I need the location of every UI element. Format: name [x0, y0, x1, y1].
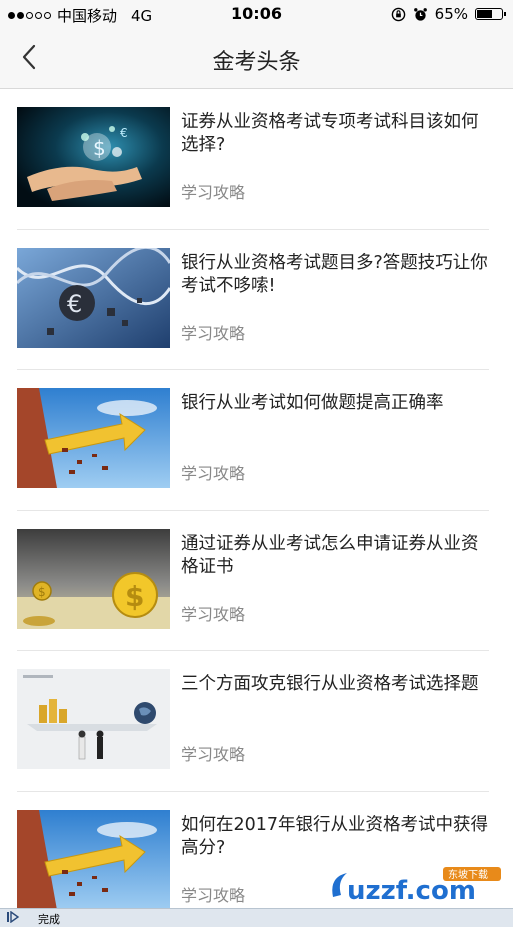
- article-title: 通过证券从业考试怎么申请证券从业资格证书: [181, 533, 479, 577]
- navigation-bar: 金考头条: [0, 28, 513, 89]
- article-thumbnail: [17, 388, 170, 488]
- article-title: 银行从业考试如何做题提高正确率: [181, 393, 444, 413]
- battery-icon: [475, 8, 506, 20]
- svg-text:$: $: [125, 580, 144, 613]
- article-category: 学习攻略: [181, 604, 246, 624]
- svg-text:€: €: [67, 290, 82, 318]
- app-screen: 中国移动 4G 10:06 65% 金考头条 $ € 证券从业资格考试专项考试科…: [0, 0, 513, 927]
- article-category: 学习攻略: [181, 323, 246, 343]
- browser-status-bar: 完成: [0, 908, 513, 927]
- article-thumbnail: [17, 669, 170, 769]
- article-title: 银行从业资格考试题目多?答题技巧让你考试不哆嗦!: [181, 252, 488, 296]
- page-status-icon: [7, 911, 20, 923]
- status-right: 65%: [391, 5, 506, 23]
- article-thumbnail: [17, 809, 170, 910]
- status-bar: 中国移动 4G 10:06 65%: [0, 0, 513, 28]
- article-item[interactable]: 三个方面攻克银行从业资格考试选择题 学习攻略: [0, 651, 513, 792]
- uzzf-watermark-logo: uzzf.com 东坡下载: [332, 867, 501, 906]
- article-title: 三个方面攻克银行从业资格考试选择题: [181, 674, 479, 694]
- svg-text:$: $: [93, 136, 106, 160]
- svg-text:东坡下载: 东坡下载: [448, 868, 488, 881]
- article-item[interactable]: $ $ 通过证券从业考试怎么申请证券从业资格证书 学习攻略: [0, 511, 513, 651]
- article-category: 学习攻略: [181, 745, 246, 764]
- article-title: 证券从业资格考试专项考试科目该如何选择?: [181, 112, 479, 155]
- rotation-lock-icon: [391, 7, 405, 21]
- svg-text:$: $: [38, 585, 46, 599]
- article-item[interactable]: € 银行从业资格考试题目多?答题技巧让你考试不哆嗦! 学习攻略: [0, 230, 513, 370]
- article-item[interactable]: 银行从业考试如何做题提高正确率 学习攻略: [0, 370, 513, 511]
- article-title: 如何在2017年银行从业资格考试中获得高分?: [181, 814, 489, 858]
- article-category: 学习攻略: [181, 885, 246, 905]
- article-thumbnail: €: [17, 247, 170, 348]
- article-list: $ € 证券从业资格考试专项考试科目该如何选择? 学习攻略 € 银行从业资格考试…: [0, 89, 513, 927]
- article-category: 学习攻略: [181, 464, 246, 483]
- article-item[interactable]: $ € 证券从业资格考试专项考试科目该如何选择? 学习攻略: [0, 89, 513, 230]
- article-thumbnail: $ $: [17, 528, 170, 629]
- alarm-clock-icon: [413, 7, 427, 21]
- page-title: 金考头条: [212, 50, 301, 75]
- article-category: 学习攻略: [181, 183, 246, 202]
- svg-text:€: €: [120, 126, 128, 140]
- article-thumbnail: $ €: [17, 107, 170, 207]
- battery-percent: 65%: [434, 5, 468, 23]
- footer-status-text: 完成: [38, 913, 60, 926]
